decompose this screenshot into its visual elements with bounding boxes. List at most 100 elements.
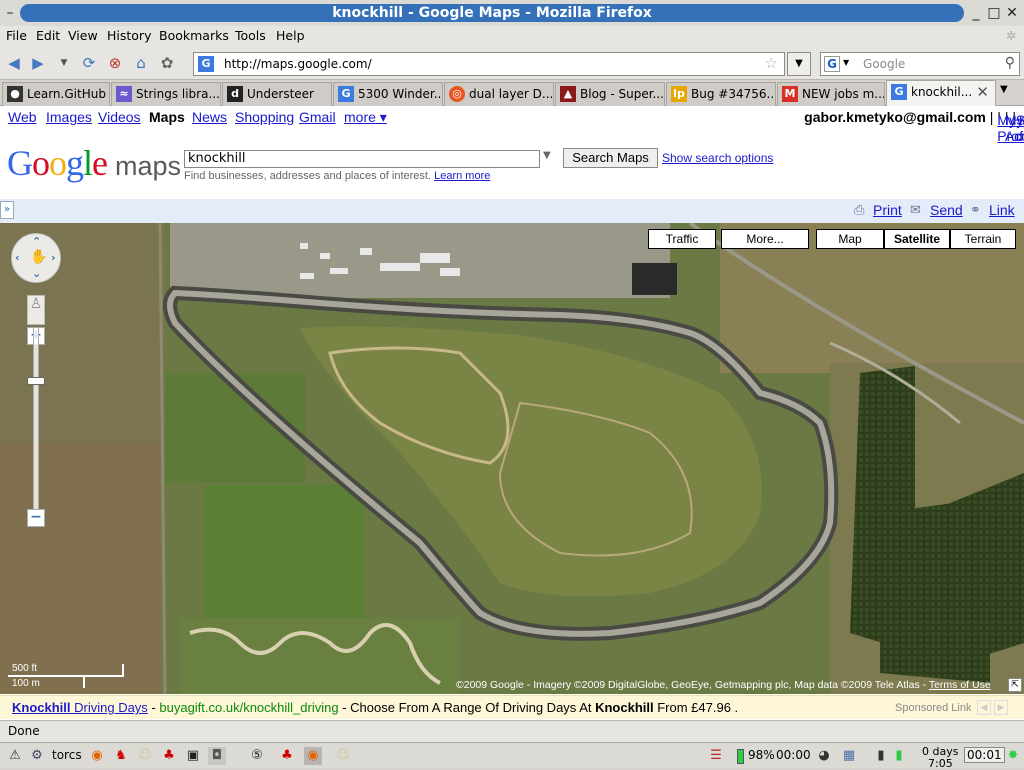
satellite-map[interactable]: Traffic More... Map Satellite Terrain ⌃ … <box>0 223 1024 694</box>
sponsored-ad[interactable]: Knockhill Driving Days - buyagift.co.uk/… <box>12 700 738 715</box>
cherry-launcher-icon[interactable]: ♣ <box>160 747 178 765</box>
sign-out-link[interactable]: Sign out <box>1016 112 1024 144</box>
hand-icon[interactable]: ✋ <box>30 249 47 265</box>
taskbar-cherry-icon[interactable]: ♣ <box>278 747 296 765</box>
search-maps-button[interactable]: Search Maps <box>563 148 658 168</box>
search-history-dropdown-icon[interactable]: ▼ <box>543 150 551 161</box>
tab-dual-layer[interactable]: ◎ dual layer D... <box>444 82 554 106</box>
volume-icon[interactable]: ◕ <box>815 747 833 765</box>
tab-5300-winder[interactable]: G 5300 Winder... <box>333 82 443 106</box>
close-tab-icon[interactable]: ✕ <box>976 81 989 103</box>
gbar-shopping-link[interactable]: Shopping <box>235 109 294 125</box>
back-icon[interactable]: ◀ <box>5 54 23 72</box>
ad-url[interactable]: buyagift.co.uk/knockhill_driving <box>159 700 338 715</box>
us-flag-icon[interactable]: ☰ <box>704 747 728 765</box>
send-icon[interactable]: ✉ <box>910 203 921 218</box>
menu-view[interactable]: View <box>68 28 98 43</box>
system-menu-icon[interactable]: ⚙ <box>28 747 46 765</box>
taskbar-firefox-icon[interactable]: ◉ <box>304 747 322 765</box>
stop-icon[interactable]: ⊗ <box>106 54 124 72</box>
url-dropdown-button[interactable]: ▼ <box>787 52 811 76</box>
ad-title-keyword[interactable]: Knockhill <box>12 700 71 715</box>
menu-help[interactable]: Help <box>276 28 305 43</box>
maps-search-input[interactable]: knockhill <box>184 150 540 168</box>
expand-panel-button[interactable]: » <box>0 201 14 219</box>
gbar-web-link[interactable]: Web <box>8 109 37 125</box>
taskbar-window-icon[interactable]: ⑤ <box>248 747 266 765</box>
more-button[interactable]: More... <box>721 229 809 249</box>
overview-map-toggle-icon[interactable]: ⇱ <box>1008 678 1022 692</box>
google-maps-logo[interactable]: Google maps <box>7 142 181 184</box>
pan-right-icon[interactable]: › <box>51 251 56 264</box>
menu-file[interactable]: File <box>6 28 27 43</box>
extension-icon[interactable]: ✿ <box>158 54 176 72</box>
menu-tools[interactable]: Tools <box>235 28 266 43</box>
tab-blog-super[interactable]: ▲ Blog - Super... <box>555 82 665 106</box>
workspace-switcher-icon[interactable]: ▦ <box>840 747 858 765</box>
pan-left-icon[interactable]: ‹ <box>15 251 20 264</box>
screenshot-launcher-icon[interactable]: ◘ <box>208 747 226 765</box>
terms-of-use-link[interactable]: Terms of Use <box>929 679 991 691</box>
pan-up-icon[interactable]: ⌃ <box>32 235 41 248</box>
gbar-more-link[interactable]: more ▾ <box>344 109 387 126</box>
firefox-launcher-icon[interactable]: ◉ <box>88 747 106 765</box>
menu-history[interactable]: History <box>107 28 151 43</box>
gbar-images-link[interactable]: Images <box>46 109 92 125</box>
pidgin-launcher-icon[interactable]: ☺ <box>136 747 154 765</box>
map-type-map-button[interactable]: Map <box>816 229 884 249</box>
learn-more-link[interactable]: Learn more <box>434 170 490 182</box>
gbar-news-link[interactable]: News <box>192 109 227 125</box>
search-engine-icon[interactable]: G <box>824 56 840 72</box>
tab-new-jobs[interactable]: M NEW jobs m... <box>777 82 885 106</box>
send-link[interactable]: Send <box>930 202 963 218</box>
gbar-gmail-link[interactable]: Gmail <box>299 109 336 125</box>
app-launcher-icon[interactable]: ♞ <box>112 747 130 765</box>
zoom-out-button[interactable]: − <box>27 509 45 527</box>
panel-user[interactable]: torcs <box>52 748 82 762</box>
tab-learn-github[interactable]: ● Learn.GitHub <box>2 82 110 106</box>
maximize-icon[interactable]: □ <box>986 5 1002 21</box>
zoom-slider-thumb[interactable] <box>27 376 45 385</box>
map-type-terrain-button[interactable]: Terrain <box>950 229 1016 249</box>
ad-prev-icon[interactable]: ◀ <box>977 700 991 715</box>
bookmark-star-icon[interactable]: ☆ <box>765 54 778 72</box>
tab-strings[interactable]: ≈ Strings libra... <box>111 82 221 106</box>
minimize-icon[interactable]: _ <box>968 5 984 21</box>
pan-control[interactable]: ⌃ ‹ › ⌄ ✋ <box>11 233 61 283</box>
pegman-icon[interactable]: ♙ <box>27 295 45 325</box>
taskbar-pidgin-icon[interactable]: ☺ <box>334 747 352 765</box>
search-input[interactable]: Google <box>863 57 905 71</box>
search-box[interactable]: G ▼ Google ⚲ <box>820 52 1020 76</box>
satellite-imagery[interactable] <box>0 223 1024 694</box>
pan-down-icon[interactable]: ⌄ <box>32 267 41 280</box>
print-icon[interactable]: ⎙ <box>854 203 864 218</box>
history-dropdown-icon[interactable]: ▼ <box>55 54 73 72</box>
menu-edit[interactable]: Edit <box>36 28 60 43</box>
tab-bug[interactable]: lp Bug #34756... <box>666 82 776 106</box>
traffic-button[interactable]: Traffic <box>648 229 716 249</box>
show-search-options-link[interactable]: Show search options <box>662 151 773 165</box>
link-link[interactable]: Link <box>989 202 1015 218</box>
map-type-satellite-button[interactable]: Satellite <box>884 229 950 249</box>
url-bar[interactable]: G http://maps.google.com/ ☆ <box>193 52 785 76</box>
tab-understeer[interactable]: d Understeer <box>222 82 332 106</box>
print-link[interactable]: Print <box>873 202 902 218</box>
clock[interactable]: 00:01 <box>964 747 1005 763</box>
gbar-videos-link[interactable]: Videos <box>98 109 141 125</box>
ad-next-icon[interactable]: ▶ <box>994 700 1008 715</box>
url-text[interactable]: http://maps.google.com/ <box>224 57 372 71</box>
menu-bookmarks[interactable]: Bookmarks <box>159 28 229 43</box>
show-desktop-icon[interactable]: ⚠ <box>6 747 24 765</box>
search-icon[interactable]: ⚲ <box>1005 55 1015 71</box>
search-engine-dropdown-icon[interactable]: ▼ <box>843 58 849 67</box>
tab-list-icon[interactable]: ▼ <box>1000 84 1008 95</box>
ad-title[interactable]: Driving Days <box>71 700 148 715</box>
window-menu-icon[interactable]: – <box>2 5 18 21</box>
zoom-slider[interactable] <box>33 327 39 519</box>
forward-icon[interactable]: ▶ <box>29 54 47 72</box>
tab-knockhill[interactable]: Gknockhil... ✕ <box>886 80 996 107</box>
close-icon[interactable]: ✕ <box>1004 5 1020 21</box>
reload-icon[interactable]: ⟳ <box>80 54 98 72</box>
home-icon[interactable]: ⌂ <box>132 54 150 72</box>
terminal-launcher-icon[interactable]: ▣ <box>184 747 202 765</box>
